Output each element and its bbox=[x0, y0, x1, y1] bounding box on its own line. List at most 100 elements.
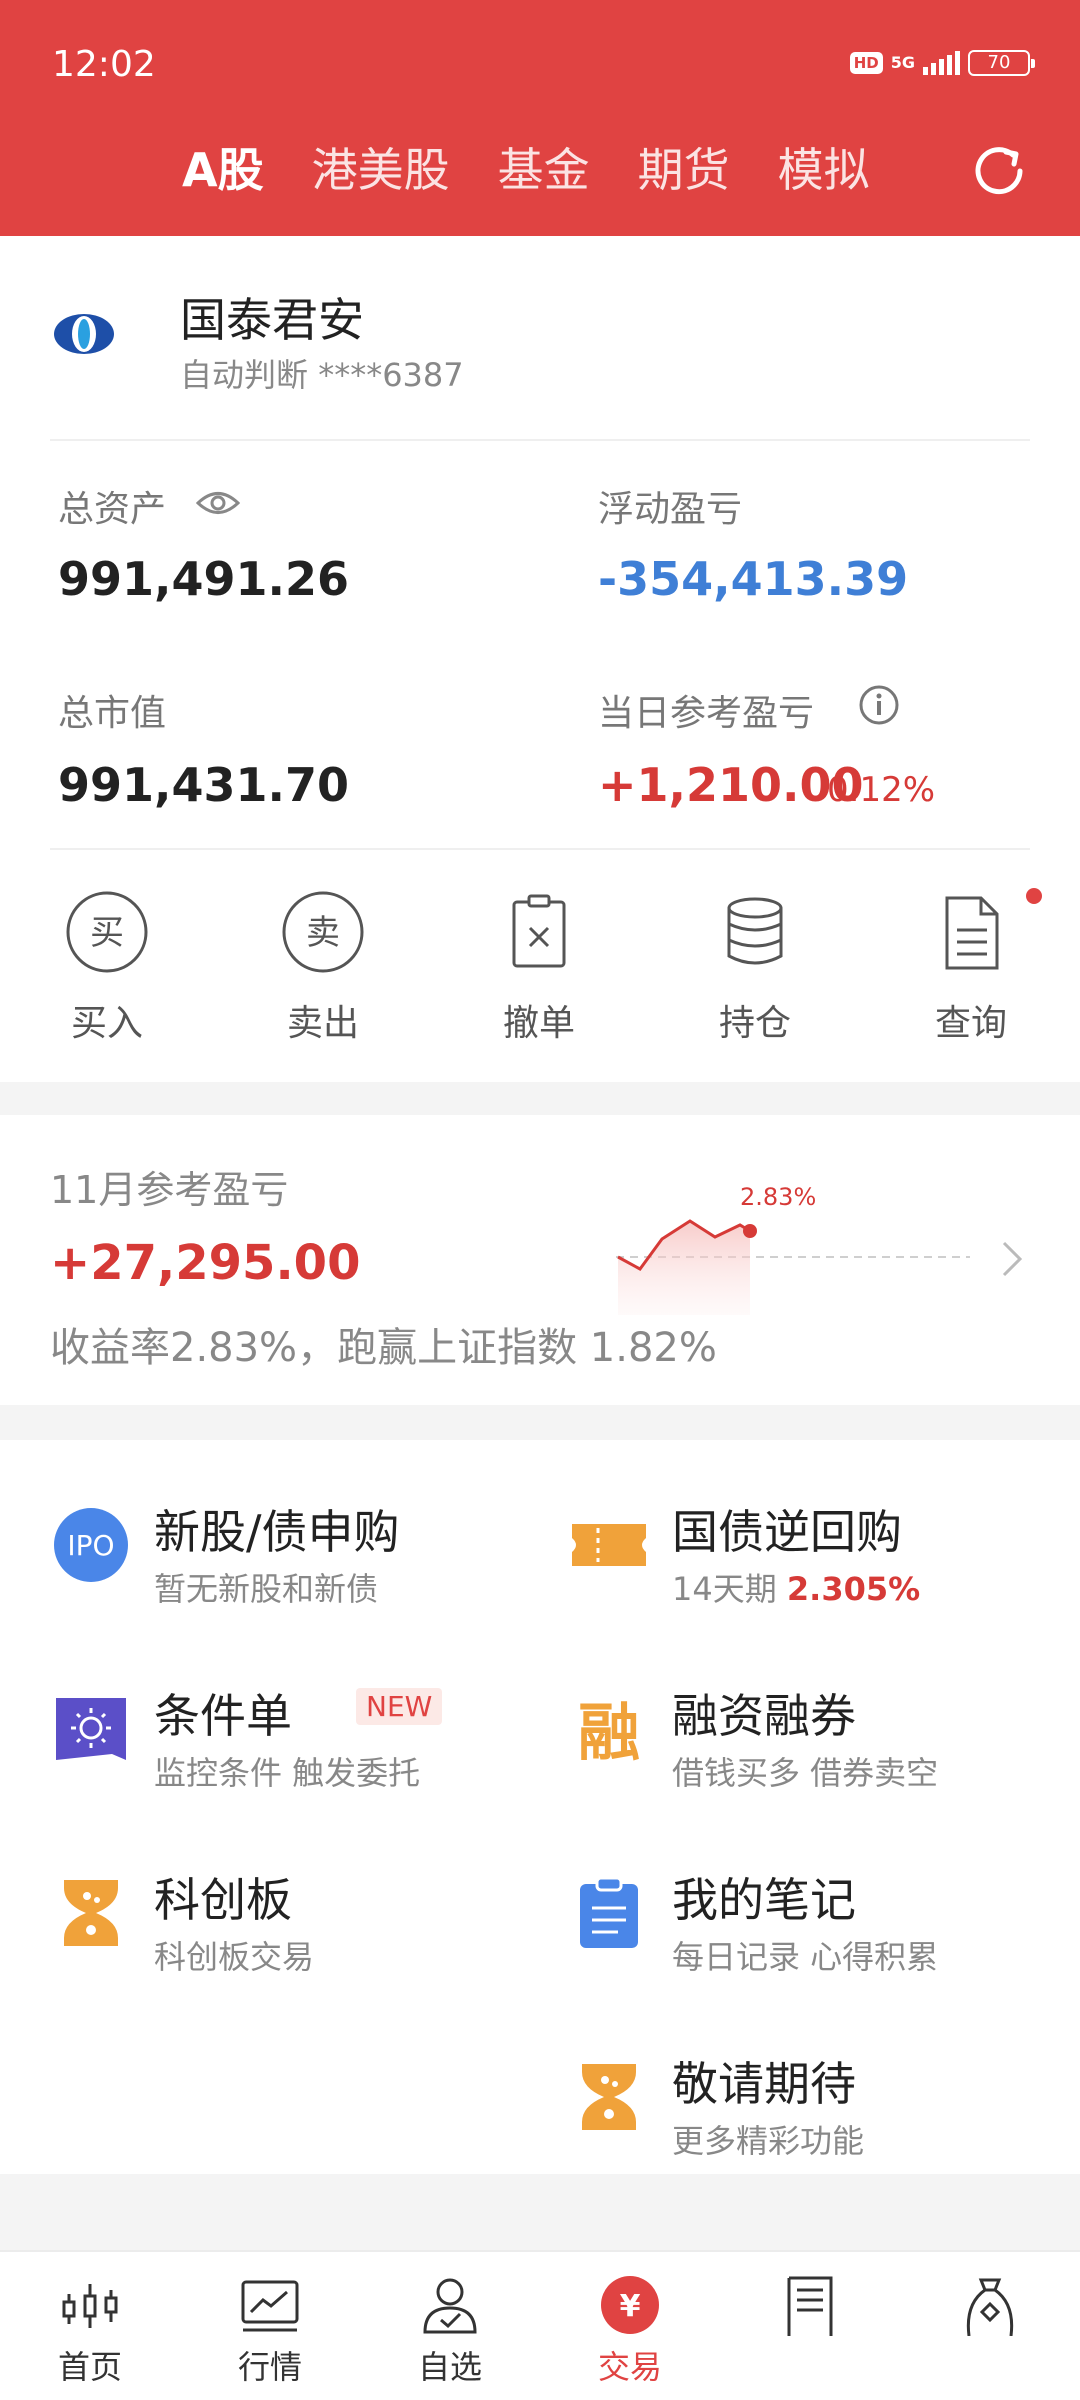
nav-label: 交易 bbox=[597, 2348, 662, 2386]
broker-logo[interactable] bbox=[52, 312, 116, 356]
nav-document[interactable] bbox=[740, 2274, 880, 2342]
account-card: 国泰君安 自动判断 ****6387 总资产 991,491.26 浮动盈亏 -… bbox=[0, 236, 1080, 1082]
ticket-icon bbox=[572, 1524, 646, 1566]
buy-icon: 买 bbox=[66, 891, 148, 973]
new-badge: NEW bbox=[356, 1688, 443, 1725]
feature-subtitle: 每日记录 心得积累 bbox=[672, 1938, 939, 1976]
ipo-icon-text: IPO bbox=[67, 1529, 114, 1562]
features-card: IPO 新股/债申购 暂无新股和新债 国债逆回购 14天期 2.305% 条件单… bbox=[0, 1440, 1080, 2174]
sell-icon-text: 卖 bbox=[306, 913, 340, 953]
margin-icon-text: 融 bbox=[578, 1696, 640, 1768]
status-time: 12:02 bbox=[52, 44, 156, 85]
sell-button[interactable]: 卖 卖出 bbox=[268, 890, 378, 1046]
repo-rate: 2.305% bbox=[786, 1570, 921, 1608]
sell-label: 卖出 bbox=[286, 1003, 359, 1044]
hourglass-icon bbox=[582, 2064, 636, 2130]
feature-subtitle: 暂无新股和新债 bbox=[154, 1570, 379, 1608]
tab-hk-us[interactable]: 港美股 bbox=[312, 140, 450, 200]
yuan-icon-text: ¥ bbox=[620, 2289, 641, 2324]
repo-term: 14天期 bbox=[672, 1570, 777, 1608]
feature-title: 我的笔记 bbox=[672, 1873, 856, 1927]
account-info: 自动判断 ****6387 bbox=[180, 350, 464, 396]
monthly-title: 11月参考盈亏 bbox=[50, 1168, 289, 1212]
cancel-order-icon bbox=[512, 894, 566, 968]
feature-subtitle: 更多精彩功能 bbox=[672, 2122, 865, 2160]
nav-trade[interactable]: ¥ 交易 bbox=[560, 2274, 700, 2388]
nav-home[interactable]: 首页 bbox=[20, 2274, 160, 2388]
bottom-nav: 首页 行情 自选 ¥ 交易 bbox=[0, 2250, 1080, 2400]
total-assets-label: 总资产 bbox=[58, 489, 167, 530]
notification-dot bbox=[1026, 888, 1042, 904]
account-number: ****6387 bbox=[318, 356, 464, 394]
refresh-icon[interactable] bbox=[968, 140, 1030, 202]
feature-title: 条件单 bbox=[154, 1689, 292, 1743]
floating-pnl-value: -354,413.39 bbox=[598, 552, 909, 606]
nav-label: 行情 bbox=[237, 2348, 302, 2386]
market-tabs: A股 港美股 基金 期货 模拟 bbox=[182, 140, 918, 200]
candlestick-icon bbox=[62, 2284, 118, 2328]
monthly-description: 收益率2.83%，跑赢上证指数 1.82% bbox=[50, 1325, 717, 1371]
monthly-pnl-card[interactable]: 11月参考盈亏 +27,295.00 收益率2.83%，跑赢上证指数 1.82%… bbox=[0, 1115, 1080, 1405]
daily-pnl-label: 当日参考盈亏 bbox=[598, 693, 815, 734]
buy-label: 买入 bbox=[70, 1003, 143, 1044]
document-icon bbox=[787, 2276, 833, 2336]
sparkline-label: 2.83% bbox=[740, 1183, 816, 1211]
feature-title: 敬请期待 bbox=[672, 2057, 856, 2111]
buy-button[interactable]: 买 买入 bbox=[52, 890, 162, 1046]
nav-label: 自选 bbox=[417, 2348, 482, 2386]
battery-icon: 70 bbox=[968, 50, 1035, 76]
network-type: 5G bbox=[890, 53, 915, 72]
nav-wealth[interactable] bbox=[920, 2274, 1060, 2342]
cancel-order-label: 撤单 bbox=[502, 1003, 575, 1044]
eye-icon[interactable] bbox=[196, 488, 240, 518]
nav-watchlist[interactable]: 自选 bbox=[380, 2274, 520, 2388]
market-value-value: 991,431.70 bbox=[58, 758, 350, 812]
status-icons: HD 5G 70 bbox=[849, 50, 1035, 76]
feature-subtitle: 借钱买多 借券卖空 bbox=[672, 1754, 939, 1792]
feature-subtitle: 科创板交易 bbox=[154, 1938, 315, 1976]
query-label: 查询 bbox=[934, 1003, 1007, 1044]
sell-icon: 卖 bbox=[282, 891, 364, 973]
chart-icon bbox=[241, 2280, 299, 2332]
sparkline-endpoint bbox=[743, 1224, 757, 1238]
daily-pnl-value: +1,210.00 bbox=[598, 758, 864, 812]
app-header: 12:02 HD 5G 70 A股 港美股 基金 期货 模拟 bbox=[0, 0, 1080, 236]
info-icon[interactable] bbox=[858, 684, 900, 726]
signal-icon bbox=[923, 51, 960, 75]
tab-futures[interactable]: 期货 bbox=[638, 140, 730, 200]
feature-title: 科创板 bbox=[154, 1873, 292, 1927]
hourglass-icon bbox=[64, 1880, 118, 1946]
person-check-icon bbox=[423, 2278, 477, 2334]
query-button[interactable]: 查询 bbox=[916, 890, 1026, 1046]
monthly-value: +27,295.00 bbox=[50, 1235, 361, 1291]
tab-fund[interactable]: 基金 bbox=[498, 140, 590, 200]
daily-pnl-percent: 0.12% bbox=[827, 770, 936, 810]
feature-title: 融资融券 bbox=[672, 1689, 856, 1743]
money-bag-icon bbox=[966, 2278, 1014, 2336]
feature-subtitle: 14天期 2.305% bbox=[672, 1564, 920, 1610]
feature-title: 国债逆回购 bbox=[672, 1505, 902, 1559]
ipo-icon: IPO bbox=[54, 1508, 128, 1582]
nav-label: 首页 bbox=[57, 2348, 122, 2386]
divider bbox=[50, 439, 1030, 441]
cancel-order-button[interactable]: 撤单 bbox=[484, 890, 594, 1046]
clipboard-icon bbox=[580, 1876, 638, 1948]
positions-button[interactable]: 持仓 bbox=[700, 890, 810, 1046]
chevron-right-icon[interactable] bbox=[998, 1237, 1026, 1281]
document-icon bbox=[945, 896, 999, 970]
feature-title: 新股/债申购 bbox=[154, 1505, 400, 1559]
monthly-sparkline: 2.83% bbox=[616, 1183, 970, 1315]
account-mode: 自动判断 bbox=[180, 356, 309, 394]
database-icon bbox=[727, 897, 783, 965]
feature-subtitle: 监控条件 触发委托 bbox=[154, 1754, 421, 1792]
market-value-label: 总市值 bbox=[58, 693, 167, 734]
hd-icon: HD bbox=[849, 52, 883, 74]
tab-simulation[interactable]: 模拟 bbox=[778, 140, 870, 200]
broker-name[interactable]: 国泰君安 bbox=[180, 284, 364, 350]
nav-market[interactable]: 行情 bbox=[200, 2274, 340, 2388]
condition-order-icon bbox=[56, 1698, 126, 1760]
buy-icon-text: 买 bbox=[90, 913, 124, 953]
floating-pnl-label: 浮动盈亏 bbox=[598, 489, 743, 530]
tab-a-share[interactable]: A股 bbox=[182, 140, 264, 200]
total-assets-value: 991,491.26 bbox=[58, 552, 350, 606]
